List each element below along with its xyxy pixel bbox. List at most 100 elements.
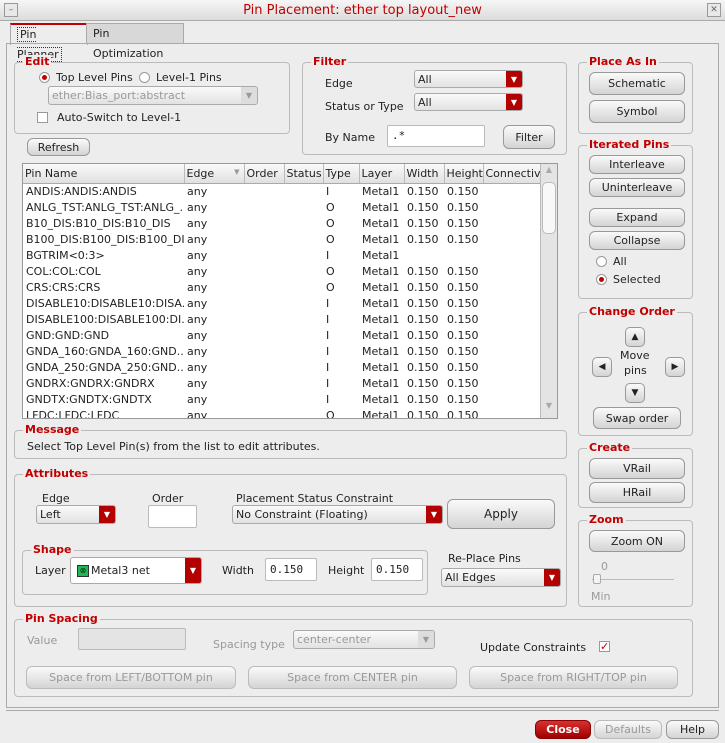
table-cell: O	[326, 216, 335, 230]
filter-button[interactable]: Filter	[503, 125, 555, 149]
all-radio[interactable]	[596, 256, 607, 267]
column-header[interactable]: Status	[284, 164, 324, 184]
scroll-down-icon[interactable]: ▼	[542, 401, 556, 417]
table-row[interactable]: LFDC:LFDC:LFDC any O Metal1 0.150 0.150	[23, 407, 541, 419]
table-cell: GNDA_250:GNDA_250:GND...	[26, 360, 184, 374]
table-row[interactable]: GNDA_160:GNDA_160:GND... any I Metal1 0.150 0…	[23, 343, 541, 359]
table-row[interactable]: COL:COL:COL any O Metal1 0.150 0.150	[23, 263, 541, 279]
order-input[interactable]	[148, 505, 197, 528]
table-row[interactable]: DISABLE100:DISABLE100:DI... any I Metal1 0.1…	[23, 311, 541, 327]
zoom-slider-value: 0	[601, 560, 608, 573]
table-row[interactable]: ANLG_TST:ANLG_TST:ANLG_... any O Metal1 0.15…	[23, 199, 541, 215]
update-constraints-checkbox[interactable]: ✓	[599, 641, 610, 652]
table-cell: LFDC:LFDC:LFDC	[26, 408, 120, 419]
top-level-pins-radio[interactable]	[39, 72, 50, 83]
tab-pin-optimization[interactable]: Pin Optimization	[86, 23, 184, 60]
table-cell	[483, 231, 541, 247]
table-cell	[244, 279, 284, 295]
group-title: Iterated Pins	[587, 138, 672, 151]
replace-pins-select[interactable]: All Edges ▼	[441, 568, 561, 587]
filter-status-select[interactable]: All ▼	[414, 93, 523, 111]
space-center-button[interactable]: Space from CENTER pin	[248, 666, 457, 689]
table-cell	[284, 247, 323, 263]
column-header[interactable]: Type	[323, 164, 360, 184]
table-cell	[244, 199, 284, 215]
width-input[interactable]: 0.150	[265, 558, 317, 581]
column-header[interactable]: Height	[444, 164, 484, 184]
expand-button[interactable]: Expand	[589, 208, 685, 227]
interleave-button[interactable]: Interleave	[589, 155, 685, 174]
table-row[interactable]: GND:GND:GND any I Metal1 0.150 0.150	[23, 327, 541, 343]
table-cell: Metal1	[362, 264, 400, 278]
layer-select[interactable]: ⊗ Metal3 net ▼	[70, 557, 202, 584]
group-title: Edit	[23, 55, 52, 68]
defaults-button[interactable]: Defaults	[594, 720, 662, 739]
apply-button[interactable]: Apply	[447, 499, 555, 529]
window-menu-icon[interactable]: –	[4, 3, 18, 17]
symbol-button[interactable]: Symbol	[589, 100, 685, 123]
table-cell	[404, 247, 444, 263]
table-row[interactable]: BGTRIM<0:3> any I Metal1	[23, 247, 541, 263]
table-row[interactable]: B100_DIS:B100_DIS:B100_DIS any O Metal1 0.15…	[23, 231, 541, 247]
spacing-value-input[interactable]	[78, 628, 186, 650]
table-row[interactable]: CRS:CRS:CRS any O Metal1 0.150 0.150	[23, 279, 541, 295]
close-button[interactable]: Close	[535, 720, 591, 739]
filter-edge-select[interactable]: All ▼	[414, 70, 523, 88]
column-header[interactable]: Layer	[359, 164, 405, 184]
collapse-button[interactable]: Collapse	[589, 231, 685, 250]
table-cell	[284, 359, 323, 375]
table-cell	[284, 343, 323, 359]
spacing-type-label: Spacing type	[213, 638, 285, 651]
table-cell: Metal1	[362, 216, 400, 230]
selected-radio[interactable]	[596, 274, 607, 285]
auto-switch-checkbox[interactable]	[37, 112, 48, 123]
table-scrollbar[interactable]: ▲ ▼	[540, 164, 557, 418]
table-row[interactable]: GNDTX:GNDTX:GNDTX any I Metal1 0.150 0.150	[23, 391, 541, 407]
table-cell: 0.150	[407, 232, 439, 246]
space-right-top-button[interactable]: Space from RIGHT/TOP pin	[469, 666, 678, 689]
table-cell: 0.150	[447, 216, 479, 230]
scroll-up-icon[interactable]: ▲	[542, 165, 556, 181]
zoom-slider-handle[interactable]	[593, 574, 601, 584]
table-row[interactable]: DISABLE10:DISABLE10:DISA... any I Metal1 0.1…	[23, 295, 541, 311]
column-header[interactable]: Order	[244, 164, 285, 184]
table-row[interactable]: ANDIS:ANDIS:ANDIS any I Metal1 0.150 0.150	[23, 183, 541, 199]
column-header[interactable]: Width	[404, 164, 445, 184]
zoom-on-button[interactable]: Zoom ON	[589, 530, 685, 552]
table-row[interactable]: GNDA_250:GNDA_250:GND... any I Metal1 0.150 0…	[23, 359, 541, 375]
tab-pin-planner[interactable]: Pin Planner	[10, 23, 88, 62]
filter-name-input[interactable]: .*	[387, 125, 485, 147]
column-header[interactable]: Connectivi	[483, 164, 542, 184]
move-up-button[interactable]: ▲	[625, 327, 645, 347]
height-input[interactable]: 0.150	[371, 558, 423, 581]
combo-value: Left	[40, 508, 61, 521]
cell-combo[interactable]: ether:Bias_port:abstract ▼	[48, 86, 258, 105]
move-left-button[interactable]: ◀	[592, 357, 612, 377]
uninterleave-button[interactable]: Uninterleave	[589, 178, 685, 197]
table-cell: I	[326, 392, 330, 406]
level1-pins-radio[interactable]	[139, 72, 150, 83]
column-header[interactable]: Pin Name	[23, 164, 185, 184]
zoom-slider[interactable]	[592, 579, 674, 580]
hrail-button[interactable]: HRail	[589, 482, 685, 503]
placement-status-select[interactable]: No Constraint (Floating) ▼	[232, 505, 443, 524]
space-left-bottom-button[interactable]: Space from LEFT/BOTTOM pin	[26, 666, 236, 689]
table-row[interactable]: GNDRX:GNDRX:GNDRX any I Metal1 0.150 0.150	[23, 375, 541, 391]
spacing-type-select[interactable]: center-center ▼	[293, 630, 435, 649]
table-cell	[284, 231, 323, 247]
chevron-down-icon: ▼	[241, 87, 257, 104]
scroll-thumb[interactable]	[542, 182, 556, 234]
table-cell	[483, 279, 541, 295]
schematic-button[interactable]: Schematic	[589, 72, 685, 95]
close-window-icon[interactable]: ✕	[707, 3, 721, 17]
help-button[interactable]: Help	[666, 720, 719, 739]
refresh-button[interactable]: Refresh	[27, 138, 90, 156]
swap-order-button[interactable]: Swap order	[593, 407, 681, 429]
table-cell	[244, 375, 284, 391]
column-header[interactable]: Edge ▼	[184, 164, 245, 184]
attr-edge-select[interactable]: Left ▼	[36, 505, 116, 524]
vrail-button[interactable]: VRail	[589, 458, 685, 479]
move-down-button[interactable]: ▼	[625, 383, 645, 403]
table-row[interactable]: B10_DIS:B10_DIS:B10_DIS any O Metal1 0.150 0.…	[23, 215, 541, 231]
move-right-button[interactable]: ▶	[665, 357, 685, 377]
